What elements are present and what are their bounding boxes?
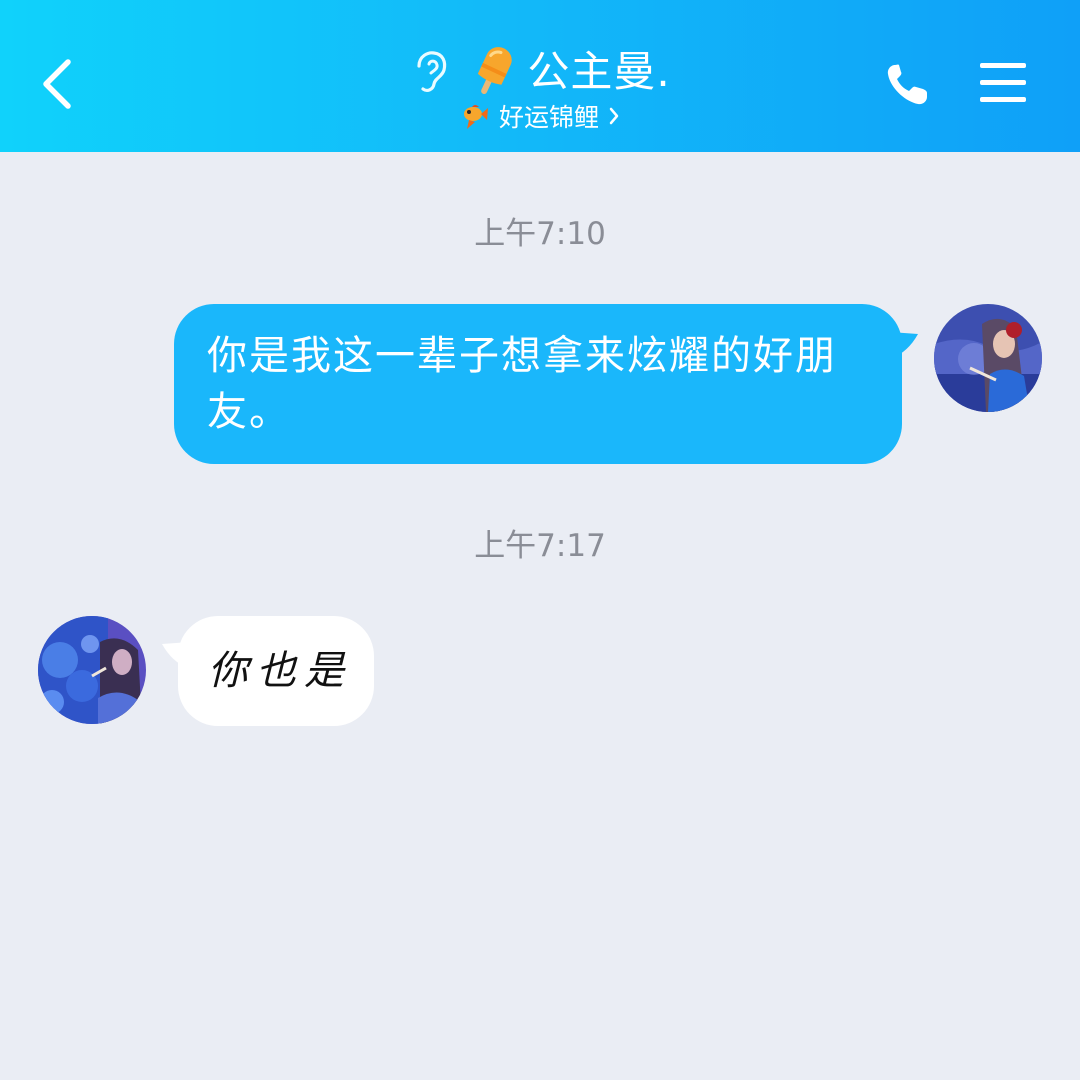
menu-icon xyxy=(980,63,1026,102)
chat-header: 公主曼. 好运锦鲤 xyxy=(0,0,1080,152)
koi-fish-icon xyxy=(463,105,488,129)
ear-icon xyxy=(417,51,447,92)
popsicle-icon xyxy=(478,47,513,95)
voice-call-button[interactable] xyxy=(882,60,932,110)
chevron-right-icon xyxy=(609,107,619,125)
message-timestamp: 上午7:17 xyxy=(474,528,606,564)
contact-avatar[interactable] xyxy=(38,616,146,724)
my-avatar[interactable] xyxy=(934,304,1042,412)
outgoing-message-bubble[interactable]: 你是我这一辈子想拿来炫耀的好朋友。 xyxy=(174,304,902,464)
contact-name: 公主曼. xyxy=(527,47,671,96)
incoming-message-bubble[interactable]: 你也是 xyxy=(178,616,374,726)
phone-icon xyxy=(887,64,927,105)
contact-status-label: 好运锦鲤 xyxy=(498,103,599,132)
message-timestamp: 上午7:10 xyxy=(474,216,606,252)
menu-button[interactable] xyxy=(978,60,1030,106)
